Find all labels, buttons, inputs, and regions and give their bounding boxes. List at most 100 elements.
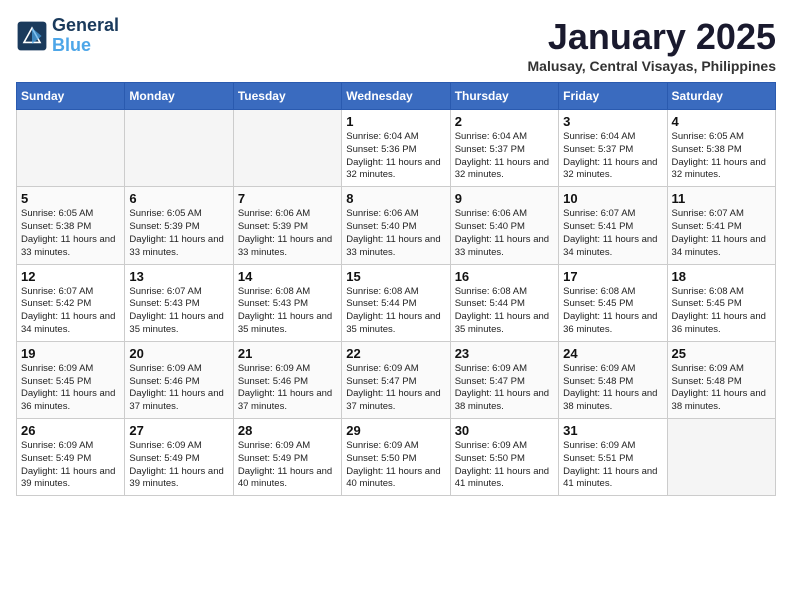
day-info: Sunrise: 6:09 AM Sunset: 5:50 PM Dayligh… bbox=[346, 440, 445, 491]
calendar-cell: 31 Sunrise: 6:09 AM Sunset: 5:51 PM Dayli… bbox=[559, 419, 667, 496]
calendar-cell: 5 Sunrise: 6:05 AM Sunset: 5:38 PM Daylig… bbox=[17, 187, 125, 264]
calendar-cell: 20 Sunrise: 6:09 AM Sunset: 5:46 PM Dayli… bbox=[125, 341, 233, 418]
day-info: Sunrise: 6:09 AM Sunset: 5:49 PM Dayligh… bbox=[238, 440, 337, 491]
location: Malusay, Central Visayas, Philippines bbox=[528, 58, 776, 74]
day-number: 12 bbox=[21, 269, 120, 284]
day-info: Sunrise: 6:09 AM Sunset: 5:46 PM Dayligh… bbox=[238, 363, 337, 414]
day-info: Sunrise: 6:06 AM Sunset: 5:39 PM Dayligh… bbox=[238, 208, 337, 259]
calendar-cell: 11 Sunrise: 6:07 AM Sunset: 5:41 PM Dayli… bbox=[667, 187, 775, 264]
calendar-cell: 19 Sunrise: 6:09 AM Sunset: 5:45 PM Dayli… bbox=[17, 341, 125, 418]
day-info: Sunrise: 6:04 AM Sunset: 5:36 PM Dayligh… bbox=[346, 131, 445, 182]
day-info: Sunrise: 6:05 AM Sunset: 5:38 PM Dayligh… bbox=[672, 131, 771, 182]
logo-text: General Blue bbox=[52, 16, 119, 56]
calendar-cell bbox=[125, 110, 233, 187]
day-info: Sunrise: 6:09 AM Sunset: 5:49 PM Dayligh… bbox=[21, 440, 120, 491]
day-number: 5 bbox=[21, 191, 120, 206]
day-info: Sunrise: 6:08 AM Sunset: 5:45 PM Dayligh… bbox=[672, 286, 771, 337]
calendar-cell: 28 Sunrise: 6:09 AM Sunset: 5:49 PM Dayli… bbox=[233, 419, 341, 496]
calendar-cell: 4 Sunrise: 6:05 AM Sunset: 5:38 PM Daylig… bbox=[667, 110, 775, 187]
day-number: 11 bbox=[672, 191, 771, 206]
calendar-cell: 27Sunrise: 6:09 AM Sunset: 5:49 PM Dayli… bbox=[125, 419, 233, 496]
day-number: 1 bbox=[346, 114, 445, 129]
day-number: 17 bbox=[563, 269, 662, 284]
day-info: Sunrise: 6:04 AM Sunset: 5:37 PM Dayligh… bbox=[455, 131, 554, 182]
calendar-cell: 8 Sunrise: 6:06 AM Sunset: 5:40 PM Daylig… bbox=[342, 187, 450, 264]
day-info: Sunrise: 6:09 AM Sunset: 5:48 PM Dayligh… bbox=[672, 363, 771, 414]
calendar-cell: 7 Sunrise: 6:06 AM Sunset: 5:39 PM Daylig… bbox=[233, 187, 341, 264]
calendar-week-5: 26Sunrise: 6:09 AM Sunset: 5:49 PM Dayli… bbox=[17, 419, 776, 496]
logo-icon bbox=[16, 20, 48, 52]
calendar-cell: 21 Sunrise: 6:09 AM Sunset: 5:46 PM Dayli… bbox=[233, 341, 341, 418]
weekday-header-monday: Monday bbox=[125, 83, 233, 110]
day-info: Sunrise: 6:05 AM Sunset: 5:39 PM Dayligh… bbox=[129, 208, 228, 259]
day-number: 19 bbox=[21, 346, 120, 361]
calendar-cell: 23 Sunrise: 6:09 AM Sunset: 5:47 PM Dayli… bbox=[450, 341, 558, 418]
weekday-header-saturday: Saturday bbox=[667, 83, 775, 110]
day-info: Sunrise: 6:05 AM Sunset: 5:38 PM Dayligh… bbox=[21, 208, 120, 259]
calendar-week-2: 5 Sunrise: 6:05 AM Sunset: 5:38 PM Daylig… bbox=[17, 187, 776, 264]
day-info: Sunrise: 6:09 AM Sunset: 5:47 PM Dayligh… bbox=[346, 363, 445, 414]
calendar-cell: 6 Sunrise: 6:05 AM Sunset: 5:39 PM Daylig… bbox=[125, 187, 233, 264]
weekday-header-wednesday: Wednesday bbox=[342, 83, 450, 110]
day-number: 6 bbox=[129, 191, 228, 206]
page-header: General Blue January 2025 Malusay, Centr… bbox=[16, 16, 776, 74]
calendar-cell: 14 Sunrise: 6:08 AM Sunset: 5:43 PM Dayli… bbox=[233, 264, 341, 341]
calendar-cell: 29Sunrise: 6:09 AM Sunset: 5:50 PM Dayli… bbox=[342, 419, 450, 496]
calendar-cell: 9 Sunrise: 6:06 AM Sunset: 5:40 PM Daylig… bbox=[450, 187, 558, 264]
weekday-header-row: SundayMondayTuesdayWednesdayThursdayFrid… bbox=[17, 83, 776, 110]
logo-line1: General bbox=[52, 16, 119, 36]
day-info: Sunrise: 6:04 AM Sunset: 5:37 PM Dayligh… bbox=[563, 131, 662, 182]
day-number: 16 bbox=[455, 269, 554, 284]
logo-line2: Blue bbox=[52, 35, 91, 55]
calendar-week-4: 19 Sunrise: 6:09 AM Sunset: 5:45 PM Dayli… bbox=[17, 341, 776, 418]
weekday-header-friday: Friday bbox=[559, 83, 667, 110]
day-info: Sunrise: 6:08 AM Sunset: 5:44 PM Dayligh… bbox=[455, 286, 554, 337]
month-title: January 2025 bbox=[528, 16, 776, 58]
title-block: January 2025 Malusay, Central Visayas, P… bbox=[528, 16, 776, 74]
day-info: Sunrise: 6:07 AM Sunset: 5:41 PM Dayligh… bbox=[672, 208, 771, 259]
day-number: 28 bbox=[238, 423, 337, 438]
day-info: Sunrise: 6:08 AM Sunset: 5:45 PM Dayligh… bbox=[563, 286, 662, 337]
day-info: Sunrise: 6:07 AM Sunset: 5:41 PM Dayligh… bbox=[563, 208, 662, 259]
day-number: 18 bbox=[672, 269, 771, 284]
day-number: 31 bbox=[563, 423, 662, 438]
calendar-cell: 12 Sunrise: 6:07 AM Sunset: 5:42 PM Dayli… bbox=[17, 264, 125, 341]
day-number: 21 bbox=[238, 346, 337, 361]
day-number: 7 bbox=[238, 191, 337, 206]
calendar-week-3: 12 Sunrise: 6:07 AM Sunset: 5:42 PM Dayli… bbox=[17, 264, 776, 341]
day-info: Sunrise: 6:08 AM Sunset: 5:44 PM Dayligh… bbox=[346, 286, 445, 337]
day-info: Sunrise: 6:09 AM Sunset: 5:48 PM Dayligh… bbox=[563, 363, 662, 414]
day-number: 14 bbox=[238, 269, 337, 284]
calendar-cell: 1 Sunrise: 6:04 AM Sunset: 5:36 PM Daylig… bbox=[342, 110, 450, 187]
day-info: Sunrise: 6:09 AM Sunset: 5:51 PM Dayligh… bbox=[563, 440, 662, 491]
calendar-cell bbox=[667, 419, 775, 496]
calendar-cell: 25 Sunrise: 6:09 AM Sunset: 5:48 PM Dayli… bbox=[667, 341, 775, 418]
weekday-header-tuesday: Tuesday bbox=[233, 83, 341, 110]
calendar-cell bbox=[17, 110, 125, 187]
calendar-cell: 13Sunrise: 6:07 AM Sunset: 5:43 PM Dayli… bbox=[125, 264, 233, 341]
day-number: 4 bbox=[672, 114, 771, 129]
weekday-header-thursday: Thursday bbox=[450, 83, 558, 110]
day-number: 13 bbox=[129, 269, 228, 284]
calendar-table: SundayMondayTuesdayWednesdayThursdayFrid… bbox=[16, 82, 776, 496]
weekday-header-sunday: Sunday bbox=[17, 83, 125, 110]
day-number: 25 bbox=[672, 346, 771, 361]
day-info: Sunrise: 6:08 AM Sunset: 5:43 PM Dayligh… bbox=[238, 286, 337, 337]
day-info: Sunrise: 6:09 AM Sunset: 5:46 PM Dayligh… bbox=[129, 363, 228, 414]
day-number: 20 bbox=[129, 346, 228, 361]
day-info: Sunrise: 6:06 AM Sunset: 5:40 PM Dayligh… bbox=[346, 208, 445, 259]
calendar-cell bbox=[233, 110, 341, 187]
calendar-cell: 24 Sunrise: 6:09 AM Sunset: 5:48 PM Dayli… bbox=[559, 341, 667, 418]
day-number: 9 bbox=[455, 191, 554, 206]
day-info: Sunrise: 6:09 AM Sunset: 5:49 PM Dayligh… bbox=[129, 440, 228, 491]
day-number: 8 bbox=[346, 191, 445, 206]
day-number: 30 bbox=[455, 423, 554, 438]
day-info: Sunrise: 6:09 AM Sunset: 5:47 PM Dayligh… bbox=[455, 363, 554, 414]
day-info: Sunrise: 6:07 AM Sunset: 5:42 PM Dayligh… bbox=[21, 286, 120, 337]
day-number: 24 bbox=[563, 346, 662, 361]
day-info: Sunrise: 6:06 AM Sunset: 5:40 PM Dayligh… bbox=[455, 208, 554, 259]
day-number: 23 bbox=[455, 346, 554, 361]
calendar-cell: 17 Sunrise: 6:08 AM Sunset: 5:45 PM Dayli… bbox=[559, 264, 667, 341]
day-info: Sunrise: 6:09 AM Sunset: 5:45 PM Dayligh… bbox=[21, 363, 120, 414]
calendar-cell: 16 Sunrise: 6:08 AM Sunset: 5:44 PM Dayli… bbox=[450, 264, 558, 341]
